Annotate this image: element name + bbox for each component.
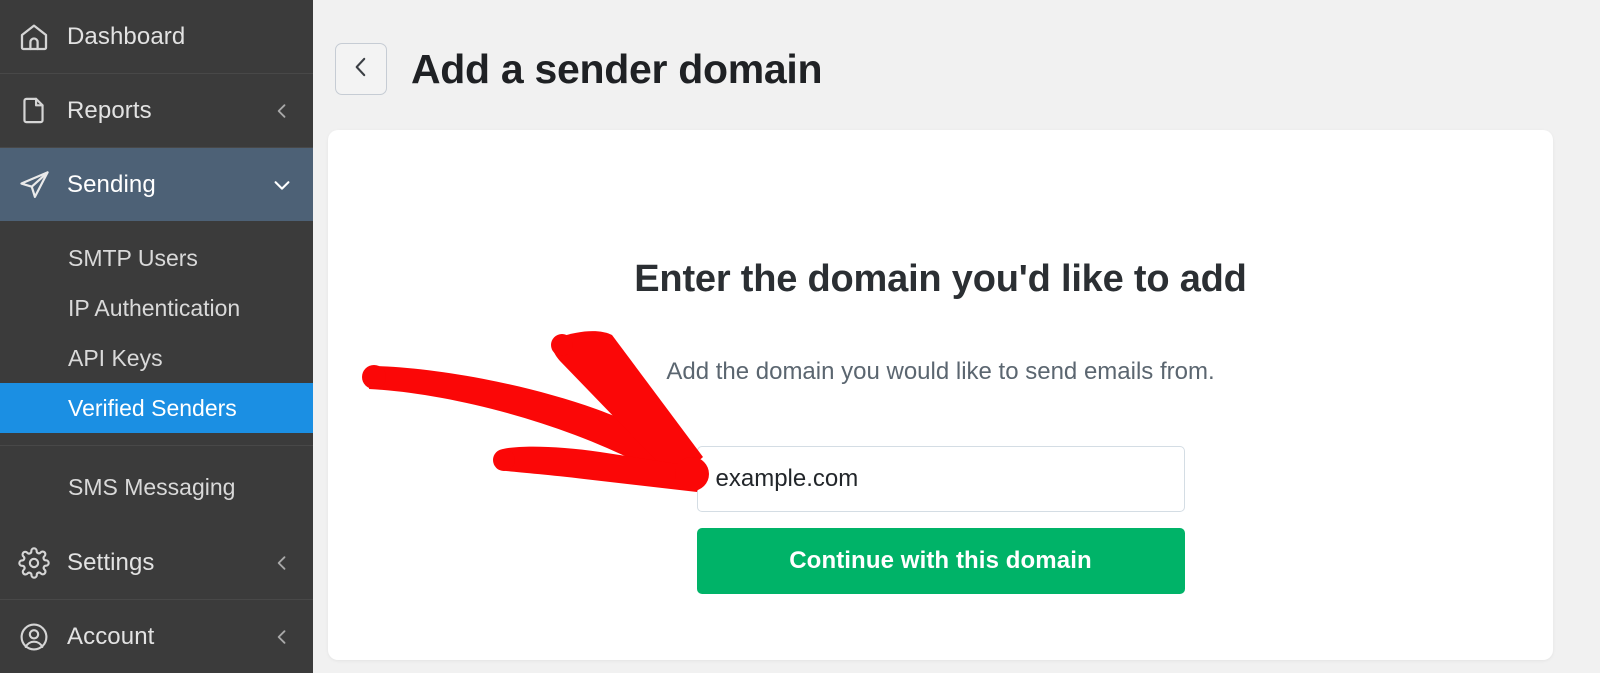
sidebar-item-dashboard[interactable]: Dashboard bbox=[0, 0, 313, 73]
sidebar-item-smtp-users[interactable]: SMTP Users bbox=[0, 233, 313, 283]
add-domain-form: Continue with this domain bbox=[696, 446, 1185, 595]
main-content: Add a sender domain Enter the domain you… bbox=[313, 0, 1600, 673]
sidebar-item-label: Account bbox=[67, 622, 155, 650]
sidebar-navigation: Dashboard Reports Sending SMTP Users IP … bbox=[0, 0, 313, 673]
sidebar-item-api-keys[interactable]: API Keys bbox=[0, 333, 313, 383]
gear-icon bbox=[18, 546, 58, 579]
continue-with-domain-button[interactable]: Continue with this domain bbox=[696, 528, 1185, 595]
sidebar-item-reports[interactable]: Reports bbox=[0, 74, 313, 147]
sidebar-item-sms-messaging[interactable]: SMS Messaging bbox=[0, 462, 313, 512]
subnav-item-label: SMTP Users bbox=[68, 244, 198, 271]
paper-plane-icon bbox=[18, 168, 58, 201]
subnav-item-label: Verified Senders bbox=[68, 394, 237, 421]
chevron-left-icon[interactable] bbox=[269, 627, 295, 647]
chevron-left-icon[interactable] bbox=[269, 553, 295, 573]
subnav-item-label: IP Authentication bbox=[68, 294, 241, 321]
sidebar-item-label: Sending bbox=[67, 170, 156, 198]
page-header: Add a sender domain bbox=[313, 0, 1600, 100]
sidebar-item-account[interactable]: Account bbox=[0, 600, 313, 673]
domain-input[interactable] bbox=[696, 446, 1185, 513]
back-button[interactable] bbox=[335, 43, 387, 95]
chevron-left-icon[interactable] bbox=[269, 101, 295, 121]
sending-subnav: SMTP Users IP Authentication API Keys Ve… bbox=[0, 221, 313, 445]
sidebar-item-ip-authentication[interactable]: IP Authentication bbox=[0, 283, 313, 333]
home-icon bbox=[18, 21, 58, 53]
document-icon bbox=[18, 95, 58, 126]
sidebar-item-sending[interactable]: Sending bbox=[0, 148, 313, 221]
chevron-left-icon bbox=[348, 54, 374, 85]
user-circle-icon bbox=[18, 621, 58, 653]
chevron-down-icon[interactable] bbox=[269, 174, 295, 196]
sidebar-item-settings[interactable]: Settings bbox=[0, 526, 313, 599]
sidebar-item-label: Dashboard bbox=[67, 22, 186, 50]
subnav-item-label: SMS Messaging bbox=[68, 473, 236, 500]
sms-subnav: SMS Messaging bbox=[0, 446, 313, 526]
sidebar-item-label: Reports bbox=[67, 96, 152, 124]
application-window: Dashboard Reports Sending SMTP Users IP … bbox=[0, 0, 1600, 673]
card-heading: Enter the domain you'd like to add bbox=[634, 257, 1247, 300]
sidebar-item-verified-senders[interactable]: Verified Senders bbox=[0, 383, 313, 433]
add-domain-card: Enter the domain you'd like to add Add t… bbox=[328, 130, 1553, 660]
sidebar-item-label: Settings bbox=[67, 548, 155, 576]
subnav-item-label: API Keys bbox=[68, 344, 163, 371]
card-subheading: Add the domain you would like to send em… bbox=[666, 358, 1215, 386]
page-title: Add a sender domain bbox=[411, 45, 823, 92]
